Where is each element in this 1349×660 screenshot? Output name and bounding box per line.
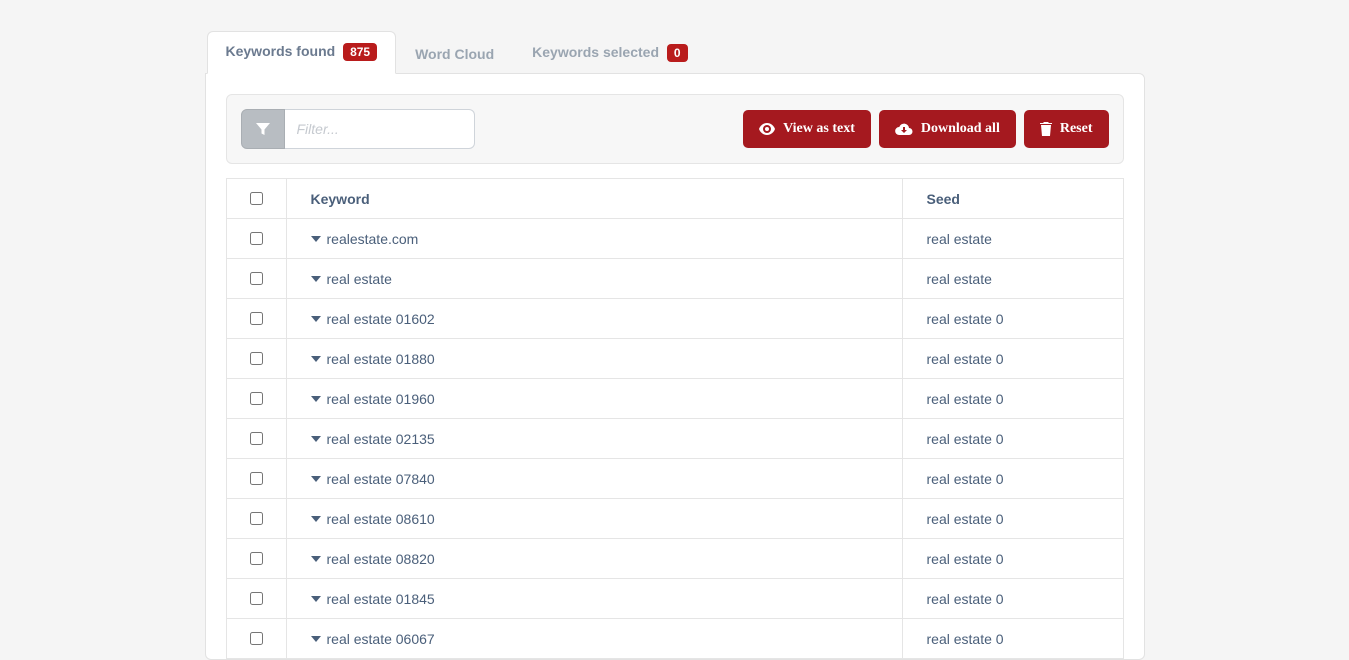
seed-text: real estate 0 <box>927 471 1004 487</box>
table-row: real estate 08820 real estate 0 <box>227 539 1123 579</box>
keyword-cell[interactable]: real estate 08820 <box>287 539 903 578</box>
seed-text: real estate 0 <box>927 631 1004 647</box>
caret-down-icon <box>311 636 321 642</box>
table-row: real estate 01880 real estate 0 <box>227 339 1123 379</box>
tab-keywords-found-label: Keywords found <box>226 43 336 59</box>
select-all-checkbox[interactable] <box>250 192 263 205</box>
seed-text: real estate 0 <box>927 391 1004 407</box>
keyword-text: realestate.com <box>327 231 419 247</box>
tab-keywords-selected-label: Keywords selected <box>532 44 659 60</box>
trash-icon <box>1040 122 1052 136</box>
eye-icon <box>759 123 775 135</box>
table-row: real estate 07840 real estate 0 <box>227 459 1123 499</box>
seed-text: real estate 0 <box>927 591 1004 607</box>
table-row: realestate.com real estate <box>227 219 1123 259</box>
table-row: real estate 02135 real estate 0 <box>227 419 1123 459</box>
caret-down-icon <box>311 596 321 602</box>
table-header-row: Keyword Seed <box>227 179 1123 219</box>
keyword-cell[interactable]: real estate 02135 <box>287 419 903 458</box>
row-checkbox[interactable] <box>250 352 263 365</box>
table-row: real estate 01602 real estate 0 <box>227 299 1123 339</box>
row-checkbox[interactable] <box>250 432 263 445</box>
caret-down-icon <box>311 316 321 322</box>
row-checkbox[interactable] <box>250 272 263 285</box>
row-checkbox[interactable] <box>250 392 263 405</box>
caret-down-icon <box>311 396 321 402</box>
header-seed-label: Seed <box>927 191 960 207</box>
seed-text: real estate 0 <box>927 431 1004 447</box>
row-checkbox[interactable] <box>250 512 263 525</box>
keyword-text: real estate 08610 <box>327 511 435 527</box>
tab-word-cloud-label: Word Cloud <box>415 46 494 62</box>
row-checkbox[interactable] <box>250 552 263 565</box>
main-panel: View as text Download all Reset <box>205 73 1145 660</box>
table-row: real estate real estate <box>227 259 1123 299</box>
reset-button[interactable]: Reset <box>1024 110 1109 148</box>
caret-down-icon <box>311 276 321 282</box>
row-checkbox[interactable] <box>250 592 263 605</box>
cloud-download-icon <box>895 123 913 136</box>
keyword-cell[interactable]: real estate <box>287 259 903 298</box>
keyword-cell[interactable]: real estate 07840 <box>287 459 903 498</box>
row-checkbox[interactable] <box>250 632 263 645</box>
table-row: real estate 01960 real estate 0 <box>227 379 1123 419</box>
header-keyword-label: Keyword <box>311 191 370 207</box>
table-row: real estate 01845 real estate 0 <box>227 579 1123 619</box>
caret-down-icon <box>311 436 321 442</box>
seed-text: real estate <box>927 271 992 287</box>
filter-input[interactable] <box>285 109 475 149</box>
download-all-label: Download all <box>921 121 1000 137</box>
keyword-cell[interactable]: real estate 01960 <box>287 379 903 418</box>
seed-text: real estate <box>927 231 992 247</box>
keyword-text: real estate 01602 <box>327 311 435 327</box>
keyword-cell[interactable]: real estate 01880 <box>287 339 903 378</box>
caret-down-icon <box>311 556 321 562</box>
tab-keywords-found[interactable]: Keywords found 875 <box>207 31 397 74</box>
keywords-found-count-badge: 875 <box>343 43 377 61</box>
filter-group <box>241 109 475 149</box>
seed-text: real estate 0 <box>927 551 1004 567</box>
keyword-text: real estate 06067 <box>327 631 435 647</box>
keyword-text: real estate 01880 <box>327 351 435 367</box>
keyword-cell[interactable]: real estate 08610 <box>287 499 903 538</box>
table-row: real estate 08610 real estate 0 <box>227 499 1123 539</box>
keyword-text: real estate 01960 <box>327 391 435 407</box>
keywords-selected-count-badge: 0 <box>667 44 688 62</box>
caret-down-icon <box>311 236 321 242</box>
funnel-icon <box>255 121 271 137</box>
keyword-text: real estate 07840 <box>327 471 435 487</box>
table-row: real estate 06067 real estate 0 <box>227 619 1123 659</box>
seed-text: real estate 0 <box>927 311 1004 327</box>
caret-down-icon <box>311 476 321 482</box>
keyword-cell[interactable]: realestate.com <box>287 219 903 258</box>
caret-down-icon <box>311 356 321 362</box>
filter-button[interactable] <box>241 109 285 149</box>
row-checkbox[interactable] <box>250 312 263 325</box>
download-all-button[interactable]: Download all <box>879 110 1016 148</box>
row-checkbox[interactable] <box>250 472 263 485</box>
keyword-cell[interactable]: real estate 01602 <box>287 299 903 338</box>
view-as-text-button[interactable]: View as text <box>743 110 871 148</box>
toolbar: View as text Download all Reset <box>226 94 1124 164</box>
keyword-cell[interactable]: real estate 01845 <box>287 579 903 618</box>
keyword-text: real estate 02135 <box>327 431 435 447</box>
keyword-text: real estate <box>327 271 392 287</box>
keywords-table: Keyword Seed realestate.comreal estatere… <box>226 178 1124 659</box>
tab-word-cloud[interactable]: Word Cloud <box>396 34 513 74</box>
row-checkbox[interactable] <box>250 232 263 245</box>
keyword-text: real estate 08820 <box>327 551 435 567</box>
caret-down-icon <box>311 516 321 522</box>
view-as-text-label: View as text <box>783 121 855 137</box>
seed-text: real estate 0 <box>927 351 1004 367</box>
tab-keywords-selected[interactable]: Keywords selected 0 <box>513 32 706 74</box>
keyword-text: real estate 01845 <box>327 591 435 607</box>
keyword-cell[interactable]: real estate 06067 <box>287 619 903 658</box>
tab-bar: Keywords found 875 Word Cloud Keywords s… <box>205 30 1145 73</box>
reset-label: Reset <box>1060 121 1093 137</box>
seed-text: real estate 0 <box>927 511 1004 527</box>
